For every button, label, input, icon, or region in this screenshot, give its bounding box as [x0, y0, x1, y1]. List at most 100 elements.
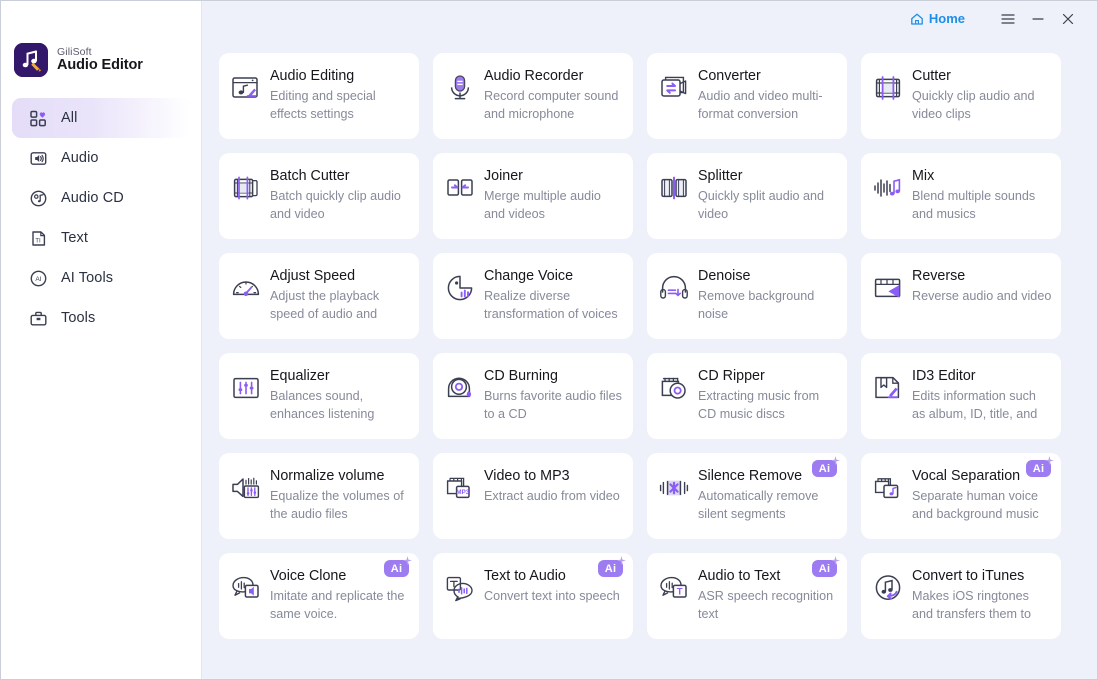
tool-card-audio-recorder[interactable]: Audio Recorder Record computer sound and…: [433, 53, 633, 139]
tool-card-video-to-mp3[interactable]: MP3 Video to MP3 Extract audio from vide…: [433, 453, 633, 539]
tool-card-desc: Reverse audio and video: [912, 289, 1052, 303]
sidebar: GiliSoft Audio Editor All Audio Audio CD…: [1, 1, 202, 679]
brand: GiliSoft Audio Editor: [1, 1, 201, 77]
minimize-icon[interactable]: [1023, 6, 1053, 32]
join-arrows-icon: [444, 172, 476, 204]
cd-burn-icon: [444, 372, 476, 404]
tool-card-cutter[interactable]: Cutter Quickly clip audio and video clip…: [861, 53, 1061, 139]
ai-badge: Ai: [598, 556, 628, 577]
home-icon: [910, 12, 924, 26]
sidebar-item-tools[interactable]: Tools: [12, 298, 190, 338]
tool-card-adjust-speed[interactable]: Adjust Speed Adjust the playback speed o…: [219, 253, 419, 339]
tool-card-desc: Quickly clip audio and video clips: [912, 89, 1039, 121]
cd-rip-icon: [658, 372, 690, 404]
sidebar-nav: All Audio Audio CD TI Text AI AI Tools T…: [1, 98, 201, 338]
tool-card-normalize-volume[interactable]: Normalize volume Equalize the volumes of…: [219, 453, 419, 539]
home-button[interactable]: Home: [910, 11, 965, 26]
tool-card-desc: Convert text into speech: [484, 589, 620, 603]
tool-card-desc: Imitate and replicate the same voice.: [270, 589, 408, 621]
tag-edit-icon: [872, 372, 904, 404]
tool-card-desc: Adjust the playback speed of audio and: [270, 289, 383, 321]
waveform-note-icon: [872, 172, 904, 204]
tool-card-title: Mix: [912, 168, 935, 184]
tool-card-desc: Automatically remove silent segments: [698, 489, 822, 521]
microphone-icon: [444, 72, 476, 104]
ai-badge: Ai: [384, 556, 414, 577]
tool-card-change-voice[interactable]: Change Voice Realize diverse transformat…: [433, 253, 633, 339]
sidebar-item-all[interactable]: All: [12, 98, 190, 138]
audio-to-text-icon: T: [658, 572, 690, 604]
tool-card-title: Video to MP3: [484, 468, 570, 484]
tool-card-title: Converter: [698, 68, 761, 84]
sparkle-icon: [825, 556, 840, 570]
tool-card-desc: Separate human voice and background musi…: [912, 489, 1042, 521]
application-window: GiliSoft Audio Editor All Audio Audio CD…: [0, 0, 1098, 680]
tool-card-title: Adjust Speed: [270, 268, 356, 284]
sidebar-item-audio[interactable]: Audio: [12, 138, 190, 178]
sidebar-item-label: AI Tools: [61, 270, 114, 286]
tool-card-title: Denoise: [698, 268, 751, 284]
tool-card-desc: Record computer sound and microphone: [484, 89, 622, 121]
tool-card-denoise[interactable]: Denoise Remove background noise: [647, 253, 847, 339]
sidebar-item-audio-cd[interactable]: Audio CD: [12, 178, 190, 218]
tool-card-desc: Makes iOS ringtones and transfers them t…: [912, 589, 1032, 621]
tool-card-equalizer[interactable]: Equalizer Balances sound, enhances liste…: [219, 353, 419, 439]
tool-card-title: Equalizer: [270, 368, 330, 384]
audio-cd-icon: [29, 189, 48, 208]
tool-card-desc: Extract audio from video: [484, 489, 620, 503]
tool-card-title: CD Ripper: [698, 368, 765, 384]
volume-normalize-icon: [230, 472, 262, 504]
tool-card-silence-remove[interactable]: Ai Silence Remove Automatically remove s…: [647, 453, 847, 539]
tool-card-desc: Blend multiple sounds and musics: [912, 189, 1039, 221]
tool-card-cd-burning[interactable]: CD Burning Burns favorite audio files to…: [433, 353, 633, 439]
reverse-play-icon: [872, 272, 904, 304]
sidebar-item-label: Audio: [61, 150, 99, 166]
text-file-icon: TI: [29, 229, 48, 248]
silence-remove-icon: [658, 472, 690, 504]
tool-card-desc: Edits information such as album, ID, tit…: [912, 389, 1038, 421]
main-content: Home Audio Editing Editing and special e…: [202, 1, 1097, 679]
vocal-separation-icon: [872, 472, 904, 504]
tool-card-title: Normalize volume: [270, 468, 385, 484]
tool-card-batch-cutter[interactable]: Batch Cutter Batch quickly clip audio an…: [219, 153, 419, 239]
tool-card-title: Splitter: [698, 168, 743, 184]
hamburger-menu-icon[interactable]: [993, 6, 1023, 32]
sidebar-item-text[interactable]: TI Text: [12, 218, 190, 258]
tools-grid: Audio Editing Editing and special effect…: [202, 36, 1097, 639]
tool-card-title: Audio Recorder: [484, 68, 584, 84]
headphone-denoise-icon: [658, 272, 690, 304]
ai-badge: Ai: [812, 456, 842, 477]
sidebar-item-ai-tools[interactable]: AI AI Tools: [12, 258, 190, 298]
tool-card-voice-clone[interactable]: Ai Voice Clone Imitate and replicate the…: [219, 553, 419, 639]
tool-card-title: ID3 Editor: [912, 368, 976, 384]
tool-card-desc: ASR speech recognition text: [698, 589, 837, 621]
tool-card-cd-ripper[interactable]: CD Ripper Extracting music from CD music…: [647, 353, 847, 439]
tool-card-audio-editing[interactable]: Audio Editing Editing and special effect…: [219, 53, 419, 139]
tool-card-convert-to-itunes[interactable]: Convert to iTunes Makes iOS ringtones an…: [861, 553, 1061, 639]
tool-card-converter[interactable]: Converter Audio and video multi-format c…: [647, 53, 847, 139]
equalizer-sliders-icon: [230, 372, 262, 404]
tool-card-title: Reverse: [912, 268, 966, 284]
tool-card-id3-editor[interactable]: ID3 Editor Edits information such as alb…: [861, 353, 1061, 439]
tool-card-desc: Balances sound, enhances listening: [270, 389, 375, 421]
titlebar: Home: [202, 1, 1097, 36]
itunes-convert-icon: [872, 572, 904, 604]
tool-card-desc: Merge multiple audio and videos: [484, 189, 605, 221]
voice-change-icon: [444, 272, 476, 304]
tool-card-mix[interactable]: Mix Blend multiple sounds and musics: [861, 153, 1061, 239]
tool-card-joiner[interactable]: Joiner Merge multiple audio and videos: [433, 153, 633, 239]
tool-card-desc: Extracting music from CD music discs: [698, 389, 823, 421]
svg-text:MP3: MP3: [456, 489, 469, 496]
tool-card-splitter[interactable]: Splitter Quickly split audio and video: [647, 153, 847, 239]
tool-card-vocal-separation[interactable]: Ai Vocal Separation Separate human voice…: [861, 453, 1061, 539]
tool-card-audio-to-text[interactable]: Ai T Audio to Text ASR speech recognitio…: [647, 553, 847, 639]
tool-card-reverse[interactable]: Reverse Reverse audio and video: [861, 253, 1061, 339]
ai-badge: Ai: [1026, 456, 1056, 477]
sidebar-item-label: Text: [61, 230, 88, 246]
tool-card-text-to-audio[interactable]: Ai Text to Audio Convert text into speec…: [433, 553, 633, 639]
tool-card-desc: Remove background noise: [698, 289, 818, 321]
tool-card-desc: Burns favorite audio files to a CD: [484, 389, 622, 421]
close-icon[interactable]: [1053, 6, 1083, 32]
svg-text:AI: AI: [35, 276, 41, 283]
tool-card-title: Cutter: [912, 68, 951, 84]
